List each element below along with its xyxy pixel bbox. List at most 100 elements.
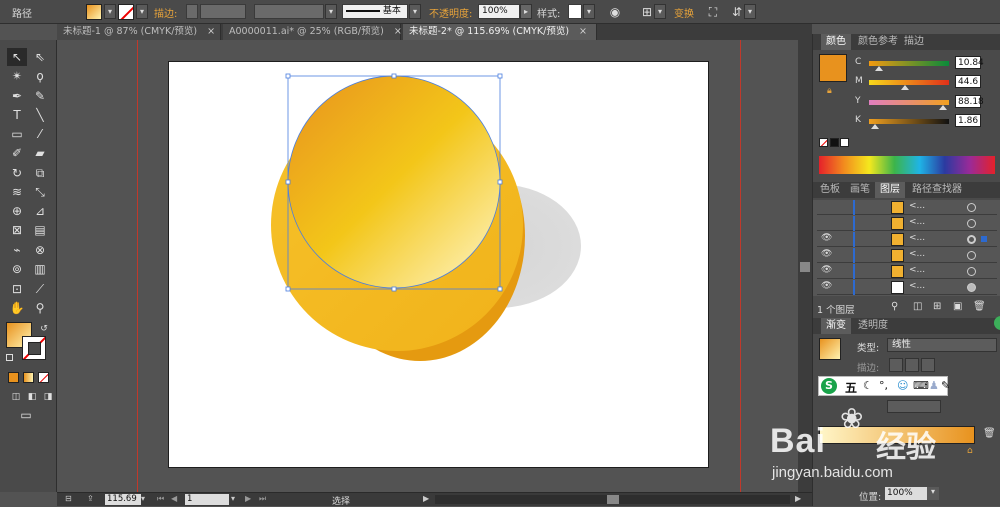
- tab-doc-2[interactable]: A0000011.ai* @ 25% (RGB/预览) ×: [223, 24, 402, 40]
- screen-mode-icon[interactable]: ▭: [16, 406, 36, 424]
- status-menu-icon[interactable]: ▶: [423, 494, 429, 503]
- tab-layers[interactable]: 图层: [875, 182, 905, 198]
- target-icon[interactable]: [967, 235, 976, 244]
- shape-builder-tool-icon[interactable]: ⊕: [7, 202, 27, 220]
- layer-name[interactable]: <...: [909, 281, 925, 291]
- brush-dropdown[interactable]: ▾: [409, 4, 421, 19]
- recolor-icon[interactable]: ◉: [606, 3, 624, 21]
- black-knob[interactable]: [871, 124, 879, 129]
- gradient-mode-icon[interactable]: [23, 372, 34, 383]
- swap-colors-icon[interactable]: ↺: [34, 320, 54, 338]
- close-icon[interactable]: ×: [207, 26, 215, 37]
- tab-stroke[interactable]: 描边: [899, 34, 929, 50]
- symbol-sprayer-tool-icon[interactable]: ⊚: [7, 260, 27, 278]
- gradient-tool-icon[interactable]: ▤: [30, 221, 50, 239]
- coin-face[interactable]: [287, 75, 501, 289]
- target-icon[interactable]: [967, 203, 976, 212]
- isolate-icon[interactable]: ⛶: [704, 3, 722, 21]
- magenta-slider[interactable]: M 44.6: [855, 75, 1000, 91]
- layer-name[interactable]: <...: [909, 201, 925, 211]
- black-track[interactable]: [869, 119, 949, 124]
- ime-logo[interactable]: S: [821, 378, 837, 394]
- line-tool-icon[interactable]: ╲: [30, 106, 50, 124]
- eraser-tool-icon[interactable]: ▰: [30, 144, 50, 162]
- mesh-tool-icon[interactable]: ⊠: [7, 221, 27, 239]
- artboard-nav-icon[interactable]: ⊟: [65, 494, 77, 504]
- visibility-eye-icon[interactable]: 👁︎: [821, 249, 832, 259]
- zoom-field[interactable]: 115.69: [105, 494, 141, 505]
- moon-icon[interactable]: ☾: [863, 379, 873, 392]
- pencil-tool-icon[interactable]: ✐: [7, 144, 27, 162]
- magenta-knob[interactable]: [901, 85, 909, 90]
- tab-swatches[interactable]: 色板: [815, 182, 845, 198]
- stroke-color-box[interactable]: [22, 336, 46, 360]
- location-field[interactable]: 100%: [885, 487, 927, 500]
- yellow-slider[interactable]: Y 88.18: [855, 95, 1000, 111]
- horizontal-scrollbar[interactable]: [435, 495, 790, 504]
- paintbrush-tool-icon[interactable]: ⁄: [30, 125, 50, 143]
- curvature-tool-icon[interactable]: ✎: [30, 87, 50, 105]
- clipping-mask-icon[interactable]: ◫: [913, 301, 922, 312]
- visibility-eye-icon[interactable]: 👁︎: [821, 233, 832, 243]
- color-spectrum[interactable]: [819, 156, 995, 174]
- color-mode-icon[interactable]: [8, 372, 19, 383]
- cyan-knob[interactable]: [875, 66, 883, 71]
- column-graph-tool-icon[interactable]: ▥: [30, 260, 50, 278]
- magenta-track[interactable]: [869, 80, 949, 85]
- eyedropper-tool-icon[interactable]: ⌁: [7, 241, 27, 259]
- layer-row[interactable]: 👁︎ <...: [817, 280, 997, 295]
- layer-name[interactable]: <...: [909, 233, 925, 243]
- stroke-along-icon[interactable]: [905, 358, 919, 372]
- yellow-value[interactable]: 88.18: [955, 95, 984, 108]
- none-color-chip[interactable]: [819, 138, 828, 147]
- black-slider[interactable]: K 1.86: [855, 114, 1000, 130]
- layer-row[interactable]: 👁︎ <...: [817, 248, 997, 263]
- cyan-slider[interactable]: C 10.84: [855, 56, 1000, 72]
- black-color-chip[interactable]: [830, 138, 839, 147]
- last-artboard-icon[interactable]: ⏭: [259, 494, 266, 504]
- transform-link[interactable]: 变换: [674, 5, 694, 20]
- new-sublayer-icon[interactable]: ⊞: [933, 301, 941, 312]
- draw-inside-icon[interactable]: ◨: [38, 388, 58, 406]
- tab-doc-1[interactable]: 未标题-1 @ 87% (CMYK/预览) ×: [57, 24, 221, 40]
- punctuation-icon[interactable]: °,: [879, 379, 888, 392]
- stroke-weight-stepper[interactable]: [186, 4, 198, 19]
- graphic-style-swatch[interactable]: [568, 4, 582, 19]
- artwork-layer[interactable]: [57, 40, 798, 492]
- tab-transparency[interactable]: 透明度: [853, 318, 893, 334]
- ime-mode[interactable]: 五: [845, 379, 857, 396]
- stroke-weight-field[interactable]: [200, 4, 246, 19]
- blend-tool-icon[interactable]: ⊗: [30, 241, 50, 259]
- scroll-right-icon[interactable]: ▶: [795, 494, 801, 503]
- layer-row[interactable]: <...: [817, 200, 997, 215]
- opacity-field[interactable]: 100%: [478, 4, 520, 19]
- tab-doc-3[interactable]: 未标题-2* @ 115.69% (CMYK/预览) ×: [403, 24, 597, 40]
- tab-gradient[interactable]: 渐变: [821, 318, 851, 334]
- stroke-within-icon[interactable]: [889, 358, 903, 372]
- delete-stop-icon[interactable]: 🗑︎: [983, 428, 996, 439]
- keyboard-icon[interactable]: ⌨: [913, 379, 929, 392]
- layer-name[interactable]: <...: [909, 217, 925, 227]
- first-artboard-icon[interactable]: ⏮: [157, 494, 164, 504]
- yellow-knob[interactable]: [939, 105, 947, 110]
- zoom-dropdown[interactable]: ▾: [141, 494, 151, 505]
- slice-tool-icon[interactable]: ⟋: [30, 280, 50, 298]
- gradient-preview[interactable]: [819, 338, 841, 360]
- page-field[interactable]: 1: [185, 494, 229, 505]
- black-value[interactable]: 1.86: [955, 114, 981, 127]
- lasso-tool-icon[interactable]: ϙ: [30, 67, 50, 85]
- current-color-swatch[interactable]: [819, 54, 847, 82]
- target-icon[interactable]: [967, 219, 976, 228]
- scale-tool-icon[interactable]: ⧉: [30, 164, 50, 182]
- fill-swatch[interactable]: [86, 4, 102, 20]
- stroke-across-icon[interactable]: [921, 358, 935, 372]
- canvas-area[interactable]: [57, 40, 798, 492]
- tab-color-guide[interactable]: 颜色参考: [853, 34, 903, 50]
- tab-color[interactable]: 颜色: [821, 34, 851, 50]
- target-icon[interactable]: [967, 283, 976, 292]
- close-icon[interactable]: ×: [394, 26, 402, 37]
- layer-row[interactable]: 👁︎ <...: [817, 232, 997, 247]
- cyan-value[interactable]: 10.84: [955, 56, 984, 69]
- target-icon[interactable]: [967, 267, 976, 276]
- tab-pathfinder[interactable]: 路径查找器: [907, 182, 967, 198]
